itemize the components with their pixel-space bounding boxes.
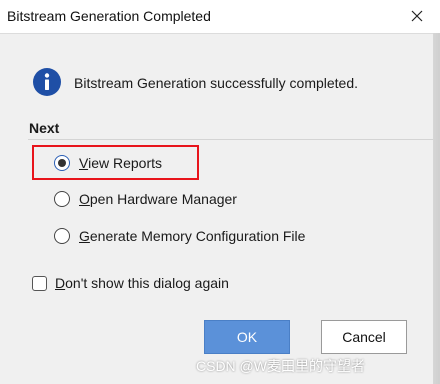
- info-icon: [33, 68, 61, 96]
- window-title: Bitstream Generation Completed: [7, 8, 211, 24]
- cancel-button[interactable]: Cancel: [321, 320, 407, 354]
- window-edge: [433, 33, 440, 384]
- next-section-label: Next: [29, 120, 60, 136]
- close-button[interactable]: [398, 2, 436, 30]
- radio-label-open-hardware-manager: Open Hardware Manager: [79, 191, 237, 207]
- radio-open-hardware-manager[interactable]: Open Hardware Manager: [54, 189, 237, 209]
- status-message: Bitstream Generation successfully comple…: [74, 75, 359, 91]
- close-icon: [411, 10, 423, 22]
- annotation-highlight-box: [32, 145, 199, 180]
- title-bar[interactable]: Bitstream Generation Completed: [0, 0, 440, 34]
- dont-show-again-checkbox[interactable]: [32, 275, 47, 291]
- radio-button[interactable]: [54, 191, 70, 207]
- radio-generate-memory-config[interactable]: Generate Memory Configuration File: [54, 226, 305, 246]
- radio-label-generate-memory-config: Generate Memory Configuration File: [79, 228, 306, 244]
- section-divider: [28, 139, 433, 140]
- dont-show-again-checkbox-row[interactable]: Don't show this dialog again: [32, 273, 229, 293]
- dont-show-again-label: Don't show this dialog again: [55, 275, 229, 291]
- radio-button[interactable]: [54, 228, 70, 244]
- ok-button[interactable]: OK: [204, 320, 290, 354]
- watermark-text: CSDN @W麦田里的守望者: [196, 358, 365, 374]
